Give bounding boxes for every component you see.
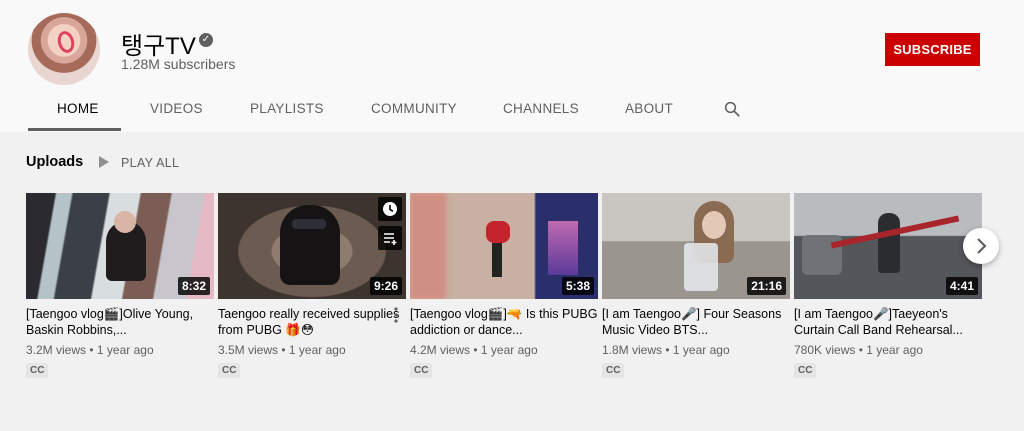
play-icon[interactable] (99, 156, 109, 168)
video-duration: 4:41 (945, 277, 978, 295)
upload-age: 1 year ago (288, 343, 346, 357)
cc-badge: CC (218, 363, 241, 378)
cc-badge: CC (794, 363, 817, 378)
view-count: 1.8M views (602, 343, 663, 357)
video-card[interactable]: 8:32 [Taengoo vlog🎬]Olive Young, Baskin … (26, 193, 214, 378)
avatar-art (55, 29, 77, 55)
subscribe-button[interactable]: SUBSCRIBE (885, 33, 980, 66)
video-title[interactable]: [Taengoo vlog🎬]Olive Young, Baskin Robbi… (26, 306, 214, 338)
tab-about[interactable]: ABOUT (625, 101, 673, 132)
more-vert-icon[interactable] (394, 307, 398, 323)
video-meta: 780K views • 1 year ago (794, 343, 923, 357)
clock-icon (383, 202, 397, 216)
video-thumbnail[interactable]: 21:16 (602, 193, 790, 299)
tab-videos[interactable]: VIDEOS (150, 101, 203, 132)
cc-badge: CC (602, 363, 625, 378)
video-thumbnail[interactable]: 5:38 (410, 193, 598, 299)
uploads-title[interactable]: Uploads (26, 154, 83, 170)
tab-playlists[interactable]: PLAYLISTS (250, 101, 324, 132)
upload-age: 1 year ago (866, 343, 923, 357)
video-title[interactable]: [I am Taengoo🎤] Four Seasons Music Video… (602, 306, 790, 338)
video-duration: 21:16 (747, 277, 786, 295)
play-all-button[interactable]: PLAY ALL (121, 156, 179, 170)
next-arrow-button[interactable] (963, 228, 999, 264)
chevron-right-icon (977, 238, 987, 254)
video-card[interactable]: 4:41 [I am Taengoo🎤]Taeyeon's Curtain Ca… (794, 193, 982, 378)
upload-age: 1 year ago (96, 343, 154, 357)
upload-age: 1 year ago (480, 343, 538, 357)
video-duration: 9:26 (369, 277, 402, 295)
video-title[interactable]: [I am Taengoo🎤]Taeyeon's Curtain Call Ba… (794, 306, 982, 338)
video-card[interactable]: 5:38 [Taengoo vlog🎬]🔫 Is this PUBG addic… (410, 193, 598, 378)
view-count: 4.2M views (410, 343, 471, 357)
subscriber-count: 1.28M subscribers (121, 56, 236, 72)
video-meta: 3.5M views • 1 year ago (218, 343, 346, 357)
channel-header: 탱구TV ✓ 1.28M subscribers SUBSCRIBE HOME … (0, 0, 1024, 132)
view-count: 3.5M views (218, 343, 279, 357)
active-tab-indicator (28, 128, 121, 131)
video-meta: 3.2M views • 1 year ago (26, 343, 154, 357)
video-meta: 4.2M views • 1 year ago (410, 343, 538, 357)
video-thumbnail[interactable]: 4:41 (794, 193, 982, 299)
tab-community[interactable]: COMMUNITY (371, 101, 457, 132)
view-count: 780K views (794, 343, 856, 357)
upload-age: 1 year ago (672, 343, 730, 357)
video-duration: 5:38 (561, 277, 594, 295)
video-card[interactable]: 9:26 Taengoo really received supplies fr… (218, 193, 406, 378)
view-count: 3.2M views (26, 343, 87, 357)
video-thumbnail[interactable]: 9:26 (218, 193, 406, 299)
video-thumbnail[interactable]: 8:32 (26, 193, 214, 299)
video-card[interactable]: 21:16 [I am Taengoo🎤] Four Seasons Music… (602, 193, 790, 378)
check-badge-icon: ✓ (199, 33, 213, 47)
watch-later-button[interactable] (378, 197, 402, 221)
cc-badge: CC (410, 363, 433, 378)
cc-badge: CC (26, 363, 49, 378)
search-icon[interactable] (723, 100, 741, 118)
video-duration: 8:32 (177, 277, 210, 295)
channel-avatar[interactable] (28, 13, 100, 85)
video-title[interactable]: [Taengoo vlog🎬]🔫 Is this PUBG addiction … (410, 306, 598, 338)
add-to-queue-button[interactable] (378, 226, 402, 250)
queue-icon (384, 233, 397, 245)
tab-channels[interactable]: CHANNELS (503, 101, 579, 132)
video-title[interactable]: Taengoo really received supplies from PU… (218, 306, 406, 338)
video-meta: 1.8M views • 1 year ago (602, 343, 730, 357)
